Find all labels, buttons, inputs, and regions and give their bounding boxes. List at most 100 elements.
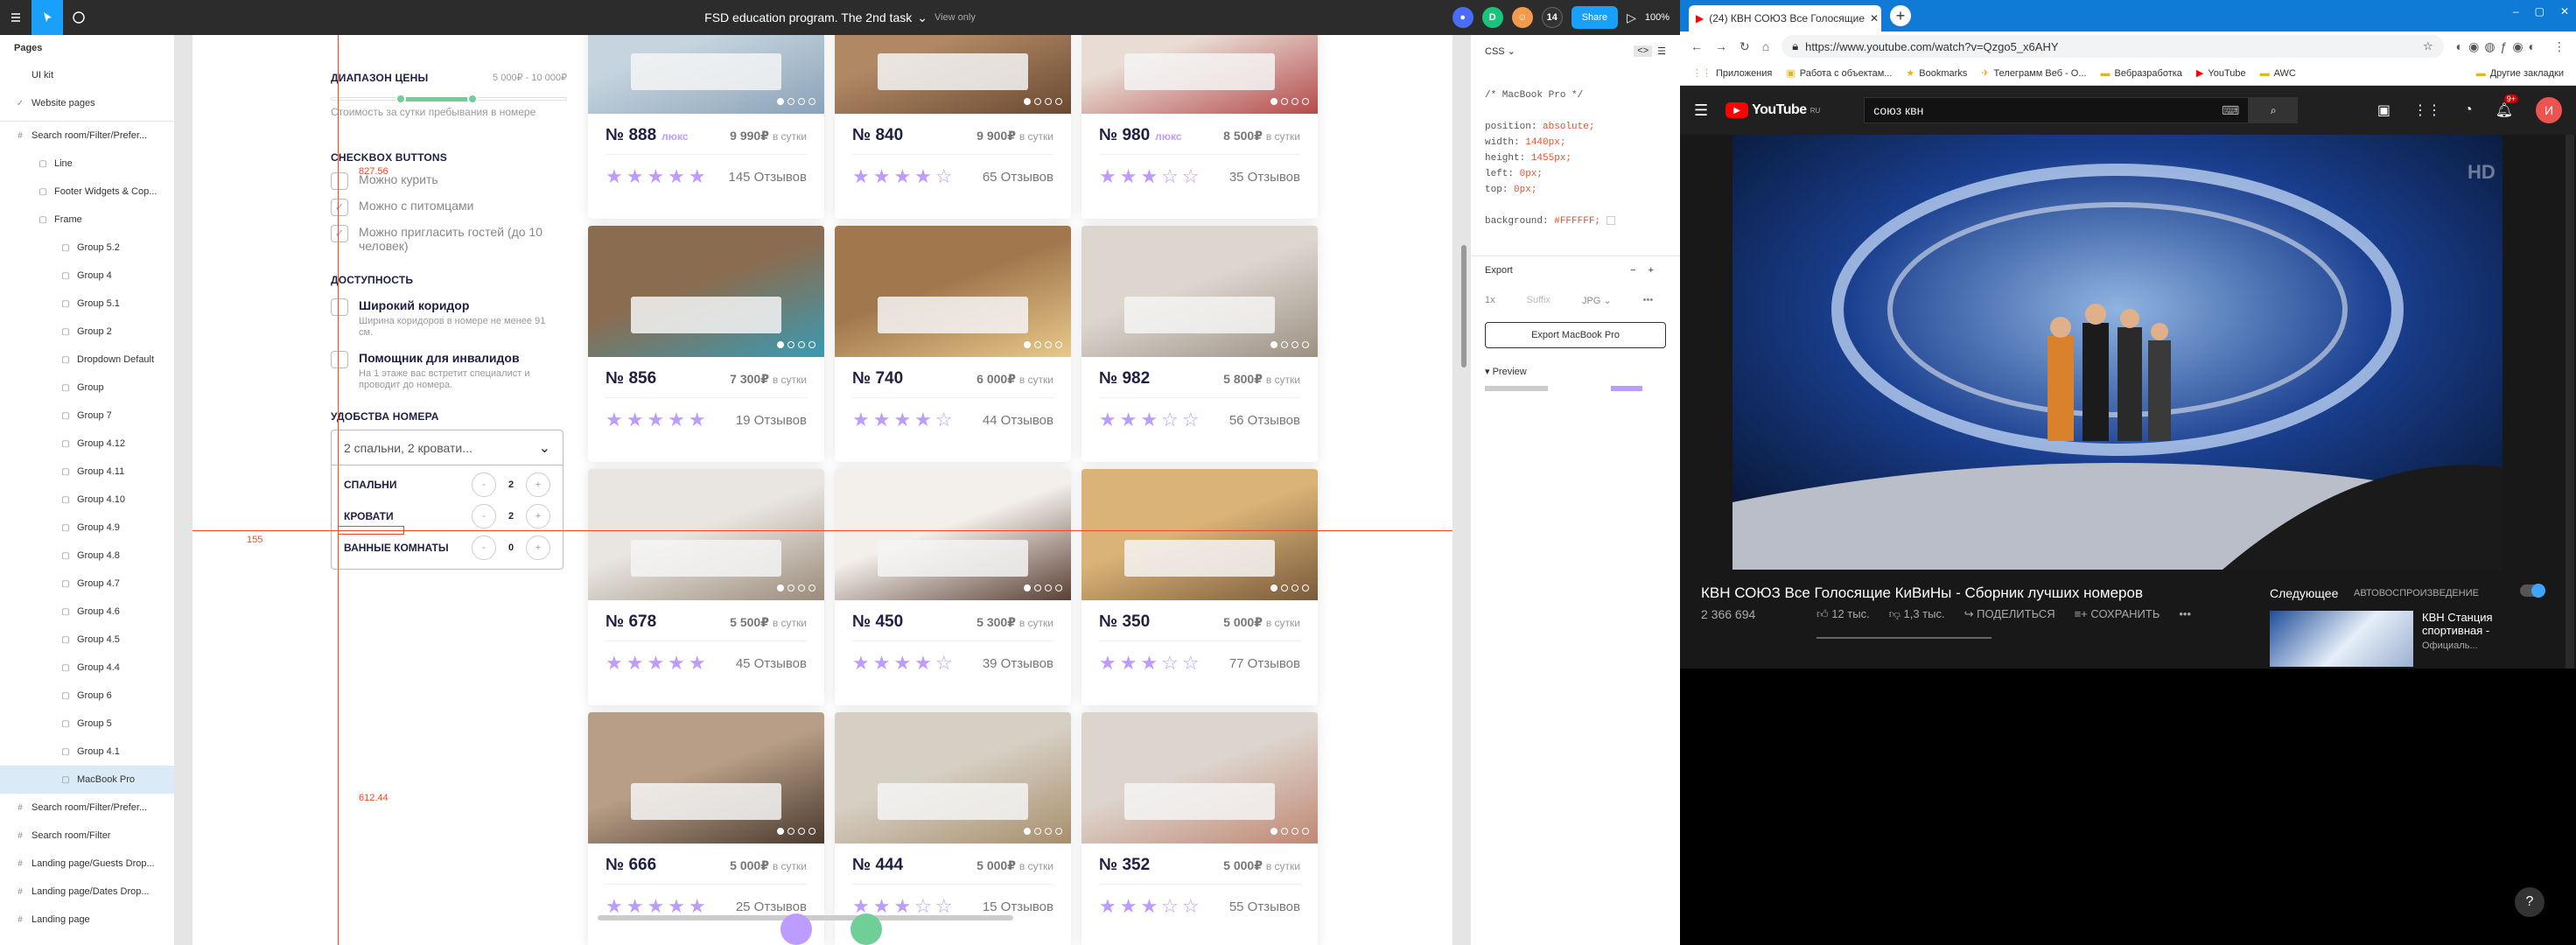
move-tool-icon[interactable] [32, 0, 63, 35]
page-item[interactable]: ✓ Website pages [0, 89, 174, 117]
extension-icons[interactable]: ◐◉◍ƒ◉◐ [2456, 39, 2541, 54]
layer-item[interactable]: ▢ Line [0, 150, 174, 178]
save-video-button[interactable]: ≡+ СОХРАНИТЬ [2075, 607, 2160, 621]
photo-pagination[interactable] [777, 828, 816, 835]
bookmark-item[interactable]: ⋮⋮ Приложения [1692, 67, 1772, 79]
layer-item[interactable]: ▢ Group 4.1 [0, 738, 174, 766]
page-scrollbar[interactable] [2566, 135, 2574, 668]
rating-stars[interactable]: ★★★☆☆ [1099, 895, 1203, 918]
export-button[interactable]: Export MacBook Pro [1485, 322, 1666, 348]
layer-item[interactable]: ▢ Group 6 [0, 682, 174, 710]
youtube-logo[interactable]: ▶ YouTube RU [1726, 102, 1820, 118]
layer-item[interactable]: ▢ Group 4 [0, 262, 174, 290]
pagination-circle-purple[interactable] [780, 914, 812, 945]
user-avatar-icon[interactable]: ● [1452, 7, 1474, 28]
decrement-button[interactable]: - [472, 504, 496, 528]
room-card[interactable]: № 352 5 000₽ в сутки ★★★☆☆ 55 Отзывов [1082, 712, 1318, 945]
photo-pagination[interactable] [1024, 828, 1062, 835]
photo-pagination[interactable] [777, 98, 816, 105]
photo-pagination[interactable] [1270, 98, 1309, 105]
photo-pagination[interactable] [777, 341, 816, 348]
increment-button[interactable]: + [526, 472, 550, 497]
user-avatar-d[interactable]: D [1481, 7, 1503, 28]
room-card[interactable]: № 444 5 000₽ в сутки ★★★☆☆ 15 Отзывов [835, 712, 1071, 945]
rating-stars[interactable]: ★★★★★ [606, 652, 710, 675]
keyboard-icon[interactable]: ⌨ [2222, 103, 2239, 118]
room-card[interactable]: № 450 5 300₽ в сутки ★★★★☆ 39 Отзывов [835, 469, 1071, 705]
share-video-button[interactable]: ↪ ПОДЕЛИТЬСЯ [1964, 607, 2055, 621]
bookmark-item[interactable]: ★ Bookmarks [1906, 67, 1967, 79]
like-button[interactable]: 👍︎ 12 тыс. [1816, 607, 1870, 621]
notifications-icon[interactable]: 🔔︎ 9+ [2496, 94, 2518, 119]
layer-item[interactable]: # Landing page [0, 906, 174, 934]
room-photo[interactable] [835, 35, 1071, 114]
bookmark-item[interactable]: ▬ Другие закладки [2476, 68, 2564, 79]
checkbox-checked[interactable]: ✓ [331, 199, 348, 216]
layer-item[interactable]: ▢ Dropdown Default [0, 346, 174, 374]
layer-item[interactable]: ▢ Group 7 [0, 402, 174, 430]
room-photo[interactable] [588, 226, 824, 357]
more-options-icon[interactable]: ••• [1643, 295, 1654, 306]
next-video-title[interactable]: КВН Станция спортивная - [2422, 611, 2527, 637]
list-icon[interactable]: ☰ [1657, 46, 1666, 57]
layer-item[interactable]: ▢ Frame [0, 206, 174, 234]
zoom-level[interactable]: 100% [1645, 12, 1670, 23]
user-count[interactable]: 14 [1541, 7, 1563, 28]
room-photo[interactable] [588, 35, 824, 114]
share-button[interactable]: Share [1571, 6, 1619, 29]
bookmark-item[interactable]: ▬ Вебразработка [2101, 68, 2182, 79]
back-icon[interactable]: ← [1690, 39, 1703, 53]
page-item[interactable]: UI kit [0, 61, 174, 89]
star-icon[interactable]: ☆ [2423, 39, 2433, 53]
preview-toggle[interactable]: ▾ Preview [1485, 366, 1666, 377]
rating-stars[interactable]: ★★★☆☆ [1099, 165, 1203, 188]
photo-pagination[interactable] [1024, 341, 1062, 348]
room-photo[interactable] [588, 712, 824, 844]
layer-item[interactable]: # Landing page/Dates Drop... [0, 878, 174, 906]
messages-icon[interactable]: ◔ [2464, 102, 2473, 118]
access-row[interactable]: Помощник для инвалидов На 1 этаже вас вст… [331, 351, 567, 391]
room-photo[interactable] [1082, 469, 1318, 600]
layer-item[interactable]: ▢ Group 2 [0, 318, 174, 346]
photo-pagination[interactable] [1270, 828, 1309, 835]
bookmark-item[interactable]: ▶ YouTube [2196, 67, 2246, 79]
layer-item[interactable]: ▢ MacBook Pro [0, 766, 174, 794]
amenities-dropdown[interactable]: 2 спальни, 2 кровати... ⌄ СПАЛЬНИ - 2 + КРОВ… [331, 430, 564, 570]
chevron-down-icon[interactable]: ⌄ [539, 439, 550, 457]
layer-item[interactable]: ▢ Group 5.2 [0, 234, 174, 262]
hamburger-icon[interactable]: ☰ [1694, 102, 1708, 120]
layer-item[interactable]: ▢ Group 4.5 [0, 626, 174, 654]
layer-item[interactable]: ▢ Group 4.10 [0, 486, 174, 514]
video-player[interactable]: HD [1732, 135, 2502, 570]
layer-item[interactable]: ▢ Group 4.7 [0, 570, 174, 598]
layer-item[interactable]: ▢ Group 4.12 [0, 430, 174, 458]
rating-stars[interactable]: ★★★☆☆ [1099, 409, 1203, 431]
rating-stars[interactable]: ★★★★☆ [852, 652, 956, 675]
room-photo[interactable] [835, 469, 1071, 600]
chevron-down-icon[interactable]: ⌄ [917, 10, 928, 25]
room-card[interactable]: № 982 5 800₽ в сутки ★★★☆☆ 56 Отзывов [1082, 226, 1318, 462]
youtube-search-input[interactable]: союз квн ⌨ [1864, 97, 2250, 123]
room-card[interactable]: № 740 6 000₽ в сутки ★★★★☆ 44 Отзывов [835, 226, 1071, 462]
create-video-icon[interactable]: ▣ [2377, 102, 2390, 119]
decrement-button[interactable]: - [472, 472, 496, 497]
menu-dots-icon[interactable]: ⋮ [2553, 39, 2566, 54]
room-card[interactable]: № 856 7 300₽ в сутки ★★★★★ 19 Отзывов [588, 226, 824, 462]
present-icon[interactable]: ▷ [1627, 10, 1636, 25]
room-photo[interactable] [588, 469, 824, 600]
room-photo[interactable] [835, 226, 1071, 357]
figma-menu-icon[interactable] [0, 0, 32, 35]
search-icon[interactable]: ⌕ [2249, 97, 2299, 123]
close-tab-icon[interactable]: ✕ [1870, 12, 1879, 24]
room-photo[interactable] [1082, 35, 1318, 114]
checkbox-row[interactable]: ✓ Можно пригласить гостей (до 10 человек) [331, 225, 567, 253]
photo-pagination[interactable] [777, 584, 816, 592]
bookmark-item[interactable]: ✈ Телеграмм Веб - О... [1981, 67, 2086, 79]
room-card[interactable]: № 980 люкс 8 500₽ в сутки ★★★☆☆ 35 Отзывов [1082, 35, 1318, 219]
layer-item[interactable]: ▢ Group 4.11 [0, 458, 174, 486]
vertical-scrollbar[interactable] [1461, 245, 1466, 368]
layer-item[interactable]: # Landing page/Guests Drop... [0, 850, 174, 878]
checkbox-unchecked[interactable] [331, 351, 348, 368]
bookmark-item[interactable]: ▣ Работа с объектам... [1786, 67, 1892, 79]
forward-icon[interactable]: → [1715, 39, 1727, 53]
